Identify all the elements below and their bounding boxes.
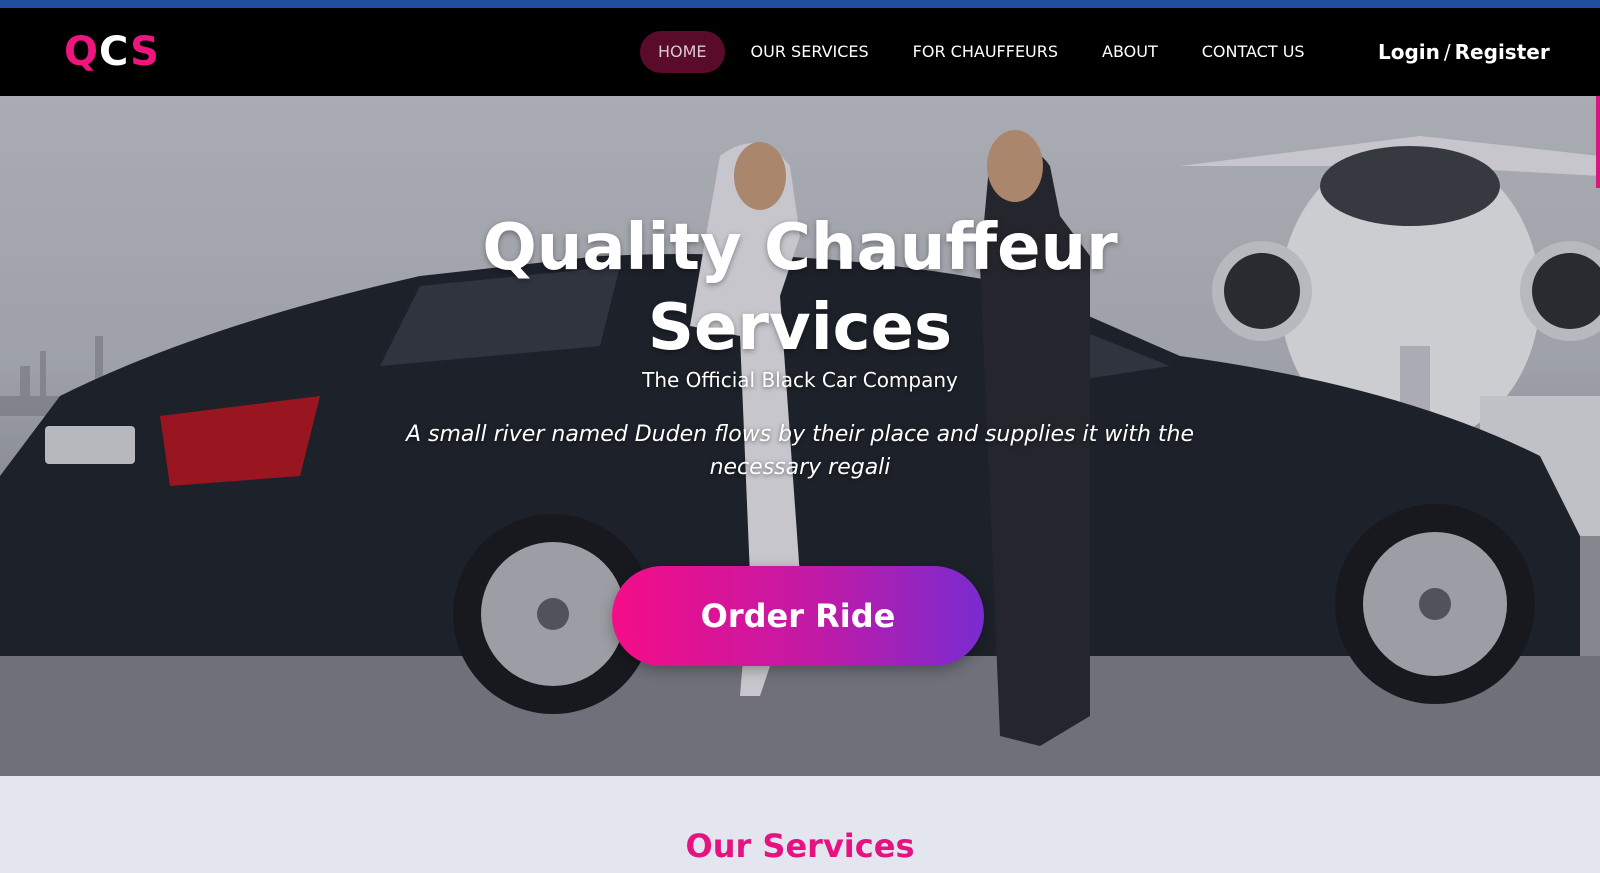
hero-section: Quality Chauffeur Services The Official … (0, 96, 1600, 776)
hero-description: A small river named Duden flows by their… (405, 422, 1195, 480)
hero-subtitle: The Official Black Car Company (642, 368, 958, 392)
auth-links: Login / Register (1378, 36, 1550, 68)
order-ride-button[interactable]: Order Ride (612, 566, 984, 666)
logo-letter-q: Q (64, 29, 100, 75)
nav-item-contact-us[interactable]: CONTACT US (1184, 31, 1323, 73)
auth-separator: / (1443, 40, 1451, 64)
brand-logo[interactable]: QCS (64, 28, 160, 76)
navbar: QCS HOME OUR SERVICES FOR CHAUFFEURS ABO… (0, 8, 1600, 96)
register-link[interactable]: Register (1455, 40, 1550, 64)
logo-letter-s: S (130, 29, 160, 75)
scroll-indicator[interactable] (1596, 96, 1600, 188)
top-accent-strip (0, 0, 1600, 8)
login-link[interactable]: Login (1378, 40, 1440, 64)
nav-item-for-chauffeurs[interactable]: FOR CHAUFFEURS (895, 31, 1076, 73)
main-nav: HOME OUR SERVICES FOR CHAUFFEURS ABOUT C… (640, 31, 1331, 73)
logo-letter-c: C (99, 29, 131, 75)
nav-item-home[interactable]: HOME (640, 31, 725, 73)
nav-item-about[interactable]: ABOUT (1084, 31, 1176, 73)
hero-title: Quality Chauffeur Services (482, 211, 1118, 365)
nav-item-our-services[interactable]: OUR SERVICES (733, 31, 887, 73)
services-heading: Our Services (685, 827, 915, 865)
